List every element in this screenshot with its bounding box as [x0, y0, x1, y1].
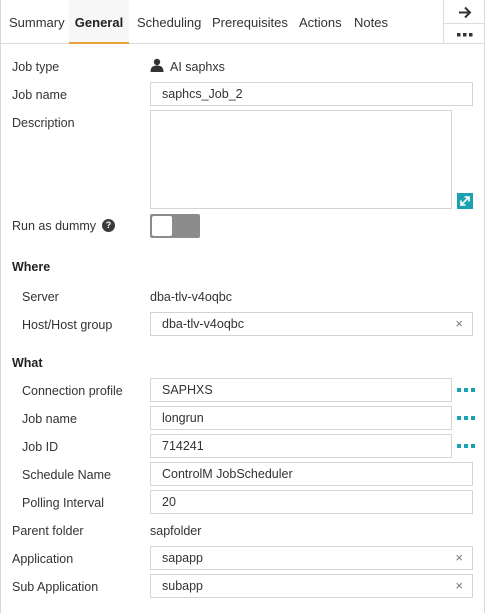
tab-notes[interactable]: Notes — [354, 0, 388, 44]
connection-profile-more-icon[interactable] — [457, 385, 475, 395]
expand-icon[interactable] — [457, 193, 473, 209]
sub-application-label: Sub Application — [12, 580, 99, 594]
sub-application-input[interactable]: subapp × — [150, 574, 473, 598]
what-section-title: What — [12, 356, 43, 370]
application-input[interactable]: sapapp × — [150, 546, 473, 570]
job-id-more-icon[interactable] — [457, 441, 475, 451]
run-as-dummy-label: Run as dummy — [12, 219, 97, 233]
connection-profile-input[interactable]: SAPHXS — [150, 378, 452, 402]
job-name-label: Job name — [12, 88, 67, 102]
schedule-name-label: Schedule Name — [22, 468, 111, 482]
toggle-knob — [152, 216, 172, 236]
job-properties-panel: Summary General Scheduling Prerequisites… — [0, 0, 485, 613]
application-value: sapapp — [162, 551, 204, 565]
tab-actions[interactable]: Actions — [299, 0, 342, 44]
application-label: Application — [12, 552, 74, 566]
host-group-input[interactable]: dba-tlv-v4oqbc × — [150, 312, 473, 336]
what-job-name-input[interactable]: longrun — [150, 406, 452, 430]
polling-interval-value: 20 — [162, 495, 176, 509]
clear-icon[interactable]: × — [455, 547, 463, 569]
tab-scheduling[interactable]: Scheduling — [137, 0, 201, 44]
job-name-input[interactable]: saphcs_Job_2 — [150, 82, 473, 106]
clear-icon[interactable]: × — [455, 575, 463, 597]
polling-interval-label: Polling Interval — [22, 496, 104, 510]
tab-bar: Summary General Scheduling Prerequisites… — [1, 0, 485, 44]
tab-prerequisites[interactable]: Prerequisites — [212, 0, 288, 44]
schedule-name-input[interactable]: ControlM JobScheduler — [150, 462, 473, 486]
arrow-right-icon[interactable] — [444, 1, 485, 23]
help-icon[interactable]: ? — [102, 219, 115, 232]
run-as-dummy-toggle[interactable] — [150, 214, 200, 238]
user-icon — [150, 58, 164, 75]
where-section-title: Where — [12, 260, 51, 274]
tab-tools — [443, 0, 485, 44]
what-job-name-label: Job name — [22, 412, 77, 426]
tab-general[interactable]: General — [69, 0, 129, 44]
host-group-value: dba-tlv-v4oqbc — [162, 317, 244, 331]
job-name-more-icon[interactable] — [457, 413, 475, 423]
job-id-label: Job ID — [22, 440, 59, 454]
description-textarea[interactable] — [150, 110, 452, 209]
sub-application-value: subapp — [162, 579, 204, 593]
parent-folder-value: sapfolder — [150, 524, 202, 538]
more-dots-icon[interactable] — [444, 23, 485, 45]
polling-interval-input[interactable]: 20 — [150, 490, 473, 514]
job-id-value: 714241 — [162, 439, 204, 453]
connection-profile-label: Connection profile — [22, 384, 123, 398]
job-type-label: Job type — [12, 60, 60, 74]
host-group-label: Host/Host group — [22, 318, 113, 332]
parent-folder-label: Parent folder — [12, 524, 84, 538]
server-label: Server — [22, 290, 59, 304]
schedule-name-value: ControlM JobScheduler — [162, 467, 293, 481]
job-type-value: AI saphxs — [170, 60, 225, 74]
job-name-value: saphcs_Job_2 — [162, 87, 243, 101]
description-label: Description — [12, 116, 75, 130]
server-value: dba-tlv-v4oqbc — [150, 290, 232, 304]
job-id-input[interactable]: 714241 — [150, 434, 452, 458]
tab-summary[interactable]: Summary — [9, 0, 65, 44]
clear-icon[interactable]: × — [455, 313, 463, 335]
connection-profile-value: SAPHXS — [162, 383, 213, 397]
what-job-name-value: longrun — [162, 411, 204, 425]
